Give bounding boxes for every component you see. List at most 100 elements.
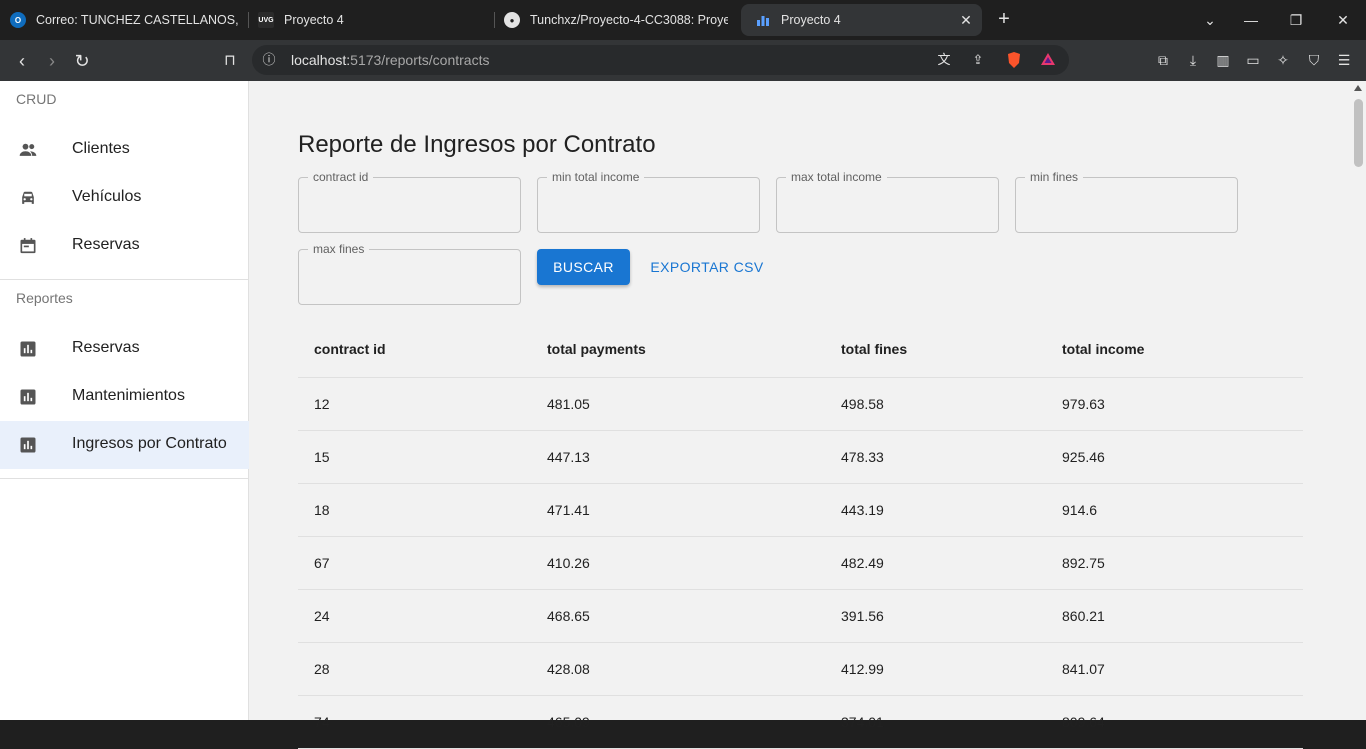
extensions-icon[interactable]: ⧉ — [1153, 50, 1173, 70]
cell-total-fines: 374.01 — [841, 714, 884, 730]
tab-title: Proyecto 4 — [781, 13, 841, 27]
max-total-income-input[interactable] — [791, 196, 981, 216]
app-root: CRUD Clientes Vehículos Reservas Reporte… — [0, 81, 1366, 749]
outlook-icon: O — [10, 12, 26, 28]
table-body: 12 481.05 498.58 979.63 15 447.13 478.33 925.46… — [298, 378, 1303, 749]
sidebar-item-label: Ingresos por Contrato — [72, 435, 227, 452]
back-icon[interactable]: ‹ — [11, 50, 33, 72]
bar-chart-icon — [20, 341, 36, 357]
tab-search-chevron-icon[interactable]: ⌄ — [1200, 10, 1220, 30]
minimize-icon[interactable]: — — [1241, 10, 1261, 30]
downloads-icon[interactable]: ⤓ — [1183, 50, 1203, 70]
bar-chart-icon — [20, 437, 36, 453]
field-label: min total income — [547, 170, 645, 184]
site-info-icon[interactable]: ⓘ — [260, 51, 278, 69]
contracts-table: contract id total payments total fines t… — [298, 325, 1303, 749]
cell-total-fines: 482.49 — [841, 555, 884, 571]
contract-id-field[interactable]: contract id — [298, 170, 521, 233]
new-tab-button[interactable]: + — [994, 9, 1014, 30]
cell-contract-id: 18 — [314, 502, 330, 518]
max-fines-input[interactable] — [313, 268, 503, 288]
bookmark-icon[interactable]: ⊓ — [219, 50, 241, 72]
min-total-income-field[interactable]: min total income — [537, 170, 760, 233]
address-bar[interactable]: ⓘ localhost:5173/reports/contracts 文 ⇪ — [252, 45, 1069, 75]
max-fines-field[interactable]: max fines — [298, 242, 521, 305]
cell-total-fines: 478.33 — [841, 449, 884, 465]
sidebar-toggle-icon[interactable]: ▥ — [1213, 50, 1233, 70]
table-header-row: contract id total payments total fines t… — [298, 325, 1303, 378]
contract-id-input[interactable] — [313, 196, 503, 216]
people-icon — [19, 143, 37, 156]
min-total-income-input[interactable] — [552, 196, 742, 216]
sidebar-item-label: Reservas — [72, 339, 140, 356]
tab-separator — [248, 12, 249, 28]
wallet-icon[interactable]: ▭ — [1243, 50, 1263, 70]
forward-icon[interactable]: › — [41, 50, 63, 72]
field-label: min fines — [1025, 170, 1084, 184]
leo-ai-icon[interactable]: ✧ — [1273, 50, 1293, 70]
brave-shields-icon[interactable] — [1005, 51, 1023, 69]
brave-rewards-icon[interactable] — [1039, 51, 1057, 69]
search-button[interactable]: BUSCAR — [537, 249, 630, 285]
column-header[interactable]: total payments — [547, 325, 646, 378]
browser-tab-1[interactable]: UVG Proyecto 4 — [258, 4, 486, 36]
cell-total-payments: 481.05 — [547, 396, 590, 412]
main-content: Reporte de Ingresos por Contrato contrac… — [250, 81, 1351, 749]
scroll-up-arrow-icon[interactable] — [1354, 85, 1362, 91]
export-csv-button[interactable]: EXPORTAR CSV — [646, 249, 768, 285]
vpn-icon[interactable]: ⛉ — [1304, 50, 1324, 70]
min-fines-input[interactable] — [1030, 196, 1220, 216]
table-row: 28 428.08 412.99 841.07 — [298, 643, 1303, 696]
browser-tab-3-active[interactable]: Proyecto 4 ✕ — [741, 4, 982, 36]
sidebar-item-ingresos-por-contrato[interactable]: Ingresos por Contrato — [0, 421, 249, 469]
sidebar-item-clientes[interactable]: Clientes — [0, 126, 249, 174]
cell-contract-id: 24 — [314, 608, 330, 624]
sidebar-item-mantenimientos[interactable]: Mantenimientos — [0, 373, 249, 421]
column-header[interactable]: total income — [1062, 325, 1144, 378]
sidebar-divider — [0, 279, 249, 280]
scroll-thumb[interactable] — [1354, 99, 1363, 167]
chart-icon — [755, 12, 771, 28]
table-row: 24 468.65 391.56 860.21 — [298, 590, 1303, 643]
cell-total-fines: 412.99 — [841, 661, 884, 677]
sidebar-item-reservas-crud[interactable]: Reservas — [0, 222, 249, 270]
sidebar-item-vehiculos[interactable]: Vehículos — [0, 174, 249, 222]
cell-total-income: 841.07 — [1062, 661, 1105, 677]
sidebar: CRUD Clientes Vehículos Reservas Reporte… — [0, 81, 249, 720]
restore-icon[interactable]: ❐ — [1286, 10, 1306, 30]
tab-separator — [494, 12, 495, 28]
bar-chart-icon — [20, 389, 36, 405]
min-fines-field[interactable]: min fines — [1015, 170, 1238, 233]
cell-total-payments: 468.65 — [547, 608, 590, 624]
field-label: max total income — [786, 170, 887, 184]
reload-icon[interactable]: ↻ — [71, 50, 93, 72]
share-icon[interactable]: ⇪ — [969, 51, 987, 69]
car-icon — [22, 191, 34, 204]
crud-header: CRUD — [16, 91, 57, 107]
cell-total-income: 925.46 — [1062, 449, 1105, 465]
cell-total-income: 892.75 — [1062, 555, 1105, 571]
uvg-icon: UVG — [258, 12, 274, 28]
page-scrollbar[interactable] — [1351, 81, 1366, 720]
menu-icon[interactable]: ☰ — [1334, 50, 1354, 70]
sidebar-item-label: Mantenimientos — [72, 387, 185, 404]
sidebar-divider — [0, 478, 249, 479]
table-row: 12 481.05 498.58 979.63 — [298, 378, 1303, 431]
cell-contract-id: 67 — [314, 555, 330, 571]
url-text[interactable]: localhost:5173/reports/contracts — [291, 52, 489, 68]
close-window-icon[interactable]: ✕ — [1333, 10, 1353, 30]
sidebar-item-label: Clientes — [72, 140, 130, 157]
browser-tab-0[interactable]: O Correo: TUNCHEZ CASTELLANOS, CR — [10, 4, 238, 36]
column-header[interactable]: total fines — [841, 325, 907, 378]
translate-icon[interactable]: 文 — [935, 51, 953, 69]
close-tab-icon[interactable]: ✕ — [958, 12, 974, 28]
cell-total-income: 979.63 — [1062, 396, 1105, 412]
sidebar-item-reservas-report[interactable]: Reservas — [0, 325, 249, 373]
max-total-income-field[interactable]: max total income — [776, 170, 999, 233]
reports-header: Reportes — [16, 290, 73, 306]
browser-tab-2[interactable]: ● Tunchxz/Proyecto-4-CC3088: Proyect — [504, 4, 728, 36]
cell-total-payments: 465.09 — [547, 714, 590, 730]
column-header[interactable]: contract id — [314, 325, 386, 378]
tab-title: Tunchxz/Proyecto-4-CC3088: Proyect — [530, 13, 728, 27]
cell-total-payments: 447.13 — [547, 449, 590, 465]
